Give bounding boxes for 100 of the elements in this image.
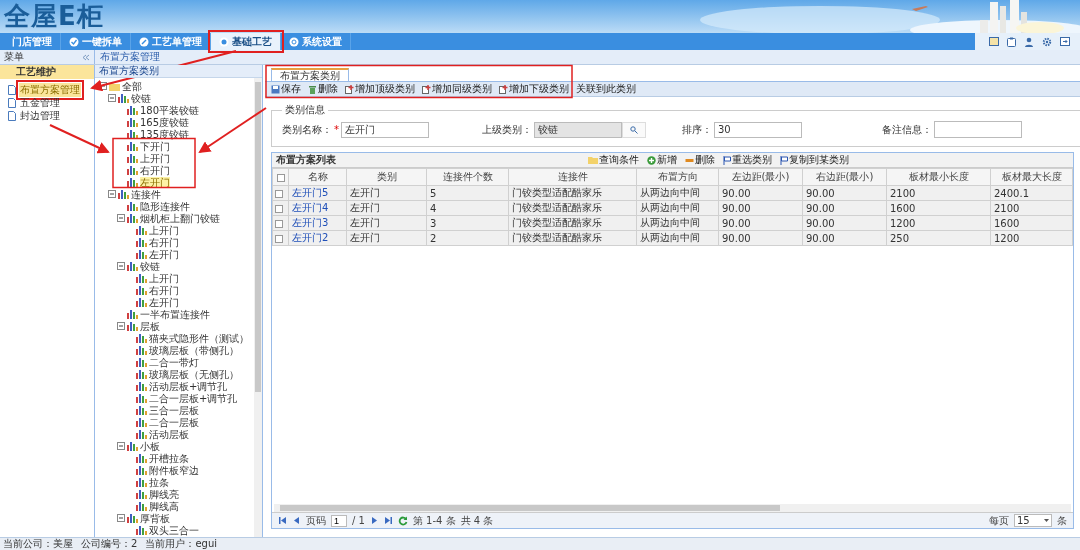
user-icon[interactable]: [1024, 36, 1034, 47]
tree-item[interactable]: 右开门: [140, 164, 170, 176]
tree-item[interactable]: 烟机柜上翻门铰链: [140, 212, 220, 224]
checkbox[interactable]: [275, 234, 283, 243]
ring-icon: [289, 36, 299, 47]
grid-action[interactable]: 新增: [647, 153, 677, 167]
tree-item[interactable]: 铰链: [140, 260, 160, 272]
collapse-icon[interactable]: [117, 214, 125, 222]
tree-item[interactable]: 上开门: [149, 272, 179, 284]
toolbar-button[interactable]: 关联到此类别: [576, 82, 636, 96]
input-field[interactable]: 铰链: [534, 121, 622, 138]
page-input[interactable]: 1: [331, 514, 347, 527]
grid-action[interactable]: 复制到某类别: [780, 153, 849, 167]
tree-item[interactable]: 活动层板+调节孔: [149, 380, 228, 392]
previous-page-button[interactable]: [292, 516, 301, 525]
toolbar-button[interactable]: 保存: [271, 82, 301, 96]
last-page-button[interactable]: [383, 516, 393, 525]
tree-item[interactable]: 开槽拉条: [149, 452, 189, 464]
tree-item[interactable]: 右开门: [149, 284, 179, 296]
toolbar-button[interactable]: 删除: [308, 82, 338, 96]
tree-item[interactable]: 二合一层板: [149, 416, 199, 428]
checkbox[interactable]: [275, 219, 283, 228]
tree-item[interactable]: 玻璃层板（带侧孔）: [149, 344, 239, 356]
search-button[interactable]: [622, 121, 646, 138]
field-label: 类别名称：: [282, 122, 332, 137]
clipboard-icon[interactable]: [1007, 36, 1016, 47]
grid-action[interactable]: 查询条件: [588, 153, 639, 167]
scrollbar[interactable]: [274, 504, 1071, 512]
scrollbar[interactable]: [254, 78, 262, 537]
tree-item[interactable]: 猫夹式隐形件（测试）: [149, 332, 249, 344]
tree-item[interactable]: 双头三合一: [149, 524, 199, 536]
tree-item[interactable]: 全部: [122, 80, 142, 92]
collapse-icon[interactable]: [117, 262, 125, 270]
input-field[interactable]: [934, 121, 1022, 138]
collapse-icon[interactable]: [117, 442, 125, 450]
sidebar-item[interactable]: 布置方案管理: [19, 83, 81, 97]
tree-item[interactable]: 上开门: [149, 224, 179, 236]
column-header[interactable]: 类别: [346, 168, 427, 186]
bar-chart-icon: [127, 165, 138, 175]
tree-item[interactable]: 连接件: [131, 188, 161, 200]
input-field[interactable]: 左开门: [341, 121, 429, 138]
nav-tab[interactable]: 基础工艺: [211, 33, 281, 50]
column-header[interactable]: 板材最小长度: [886, 168, 991, 186]
first-page-button[interactable]: [278, 516, 287, 525]
column-header[interactable]: 左边距(最小): [718, 168, 803, 186]
checkbox[interactable]: [275, 204, 283, 213]
checkbox[interactable]: [276, 173, 285, 182]
tree-item[interactable]: 小板: [140, 440, 160, 452]
toolbar-button[interactable]: 增加下级类别: [499, 82, 569, 96]
toolbar-button[interactable]: 增加同级类别: [422, 82, 492, 96]
sidebar-item[interactable]: 封边管理: [19, 109, 61, 123]
column-header[interactable]: 连接件: [508, 168, 637, 186]
collapse-icon[interactable]: [117, 514, 125, 522]
tree-item[interactable]: 玻璃层板（无侧孔）: [149, 368, 239, 380]
tree-item[interactable]: 隐形连接件: [140, 200, 190, 212]
tree-item[interactable]: 右开门: [149, 236, 179, 248]
grid-action[interactable]: 重选类别: [723, 153, 772, 167]
bar-chart-icon: [127, 261, 138, 271]
tree-item[interactable]: 一半布置连接件: [140, 308, 210, 320]
next-page-button[interactable]: [369, 516, 379, 525]
column-header[interactable]: 布置方向: [636, 168, 719, 186]
tree-item[interactable]: 上开门: [140, 152, 170, 164]
breadcrumb[interactable]: 布置方案管理: [100, 50, 160, 64]
collapse-icon[interactable]: [108, 94, 116, 102]
tree-item[interactable]: 165度铰链: [140, 116, 190, 128]
tree-item[interactable]: 左开门: [149, 248, 179, 260]
tree-item[interactable]: 脚线亮: [149, 488, 179, 500]
tree-item[interactable]: 二合一层板+调节孔: [149, 392, 238, 404]
page-size-select[interactable]: 15: [1014, 514, 1052, 527]
column-header[interactable]: 板材最大长度: [990, 168, 1073, 186]
tab[interactable]: 布置方案类别: [271, 68, 349, 81]
tree-item[interactable]: 活动层板: [149, 428, 189, 440]
collapse-icon[interactable]: [82, 53, 90, 61]
sidebar-section[interactable]: 工艺维护: [0, 65, 94, 79]
tree-item[interactable]: 三合一层板: [149, 404, 199, 416]
checkbox[interactable]: [275, 189, 283, 198]
tree-item[interactable]: 厚背板: [140, 512, 170, 524]
column-header[interactable]: 连接件个数: [426, 168, 509, 186]
tree-item[interactable]: 拉条: [149, 476, 169, 488]
sidebar-item[interactable]: 五金管理: [19, 96, 61, 110]
collapse-icon[interactable]: [117, 322, 125, 330]
tree-item[interactable]: 铰链: [131, 92, 151, 104]
tree-item[interactable]: 二合一带灯: [149, 356, 199, 368]
input-field[interactable]: 30: [714, 121, 802, 138]
settings-icon[interactable]: [1042, 36, 1052, 47]
exit-icon[interactable]: [1060, 37, 1070, 46]
tree-item[interactable]: 附件板窄边: [149, 464, 199, 476]
tree-item[interactable]: 左开门: [149, 296, 179, 308]
refresh-button[interactable]: [397, 515, 408, 526]
toolbar-button[interactable]: 增加顶级类别: [345, 82, 415, 96]
tree-item[interactable]: 左开门: [140, 176, 170, 188]
window-icon[interactable]: [989, 37, 999, 46]
tree-item[interactable]: 层板: [140, 320, 160, 332]
tree-item[interactable]: 180平装铰链: [140, 104, 200, 116]
column-header[interactable]: 名称: [288, 168, 347, 186]
tree-item[interactable]: 下开门: [140, 140, 170, 152]
tree-item[interactable]: 脚线高: [149, 500, 179, 512]
collapse-icon[interactable]: [108, 190, 116, 198]
grid-action[interactable]: 删除: [685, 153, 715, 167]
column-header[interactable]: 右边距(最小): [802, 168, 887, 186]
